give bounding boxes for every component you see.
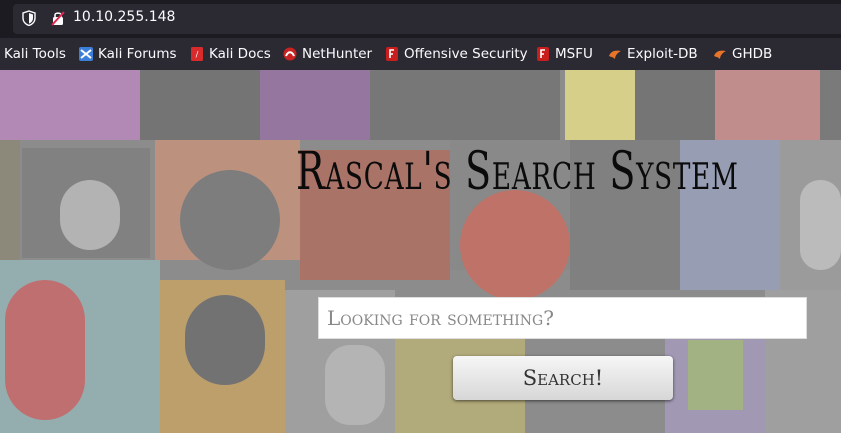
exploit-db-icon [609,50,621,59]
bookmark-label: GHDB [732,46,773,62]
bookmark-nethunter[interactable]: NetHunter [283,44,372,64]
bookmark-label: Kali Docs [209,46,271,62]
insecure-lock-icon[interactable] [51,10,65,26]
bookmark-label: Offensive Security [404,46,528,62]
bookmark-label: Exploit-DB [627,46,698,62]
browser-toolbar: 10.10.255.148 [0,0,841,38]
svg-text:/: / [196,50,199,59]
bookmark-kali-tools[interactable]: Kali Tools [4,44,66,64]
msfu-icon [537,47,549,61]
nethunter-icon [283,47,297,61]
bookmark-label: MSFU [555,46,593,62]
bookmark-label: Kali Tools [4,46,66,62]
kali-docs-icon: / [191,47,203,61]
ghdb-icon [714,50,726,59]
bookmark-label: Kali Forums [98,46,177,62]
bookmark-exploit-db[interactable]: Exploit-DB [608,44,698,64]
bookmark-ghdb[interactable]: GHDB [713,44,772,64]
search-input[interactable] [318,297,807,339]
web-page: Rascal's Search System Search! [0,70,841,433]
offsec-icon [386,47,398,61]
bookmark-msfu[interactable]: MSFU [536,44,593,64]
page-title: Rascal's Search System [296,142,739,202]
search-button[interactable]: Search! [453,356,673,400]
bookmark-kali-docs[interactable]: / Kali Docs [190,44,271,64]
shield-icon[interactable] [22,10,36,26]
bookmark-offensive-security[interactable]: Offensive Security [385,44,528,64]
bookmarks-toolbar: Kali Tools Kali Forums / Kali Docs NetHu… [0,38,841,70]
kali-forums-icon [79,47,93,61]
bookmark-label: NetHunter [302,46,373,62]
background-fade [0,70,841,433]
bookmark-kali-forums[interactable]: Kali Forums [79,44,177,64]
url-text[interactable]: 10.10.255.148 [73,9,175,25]
